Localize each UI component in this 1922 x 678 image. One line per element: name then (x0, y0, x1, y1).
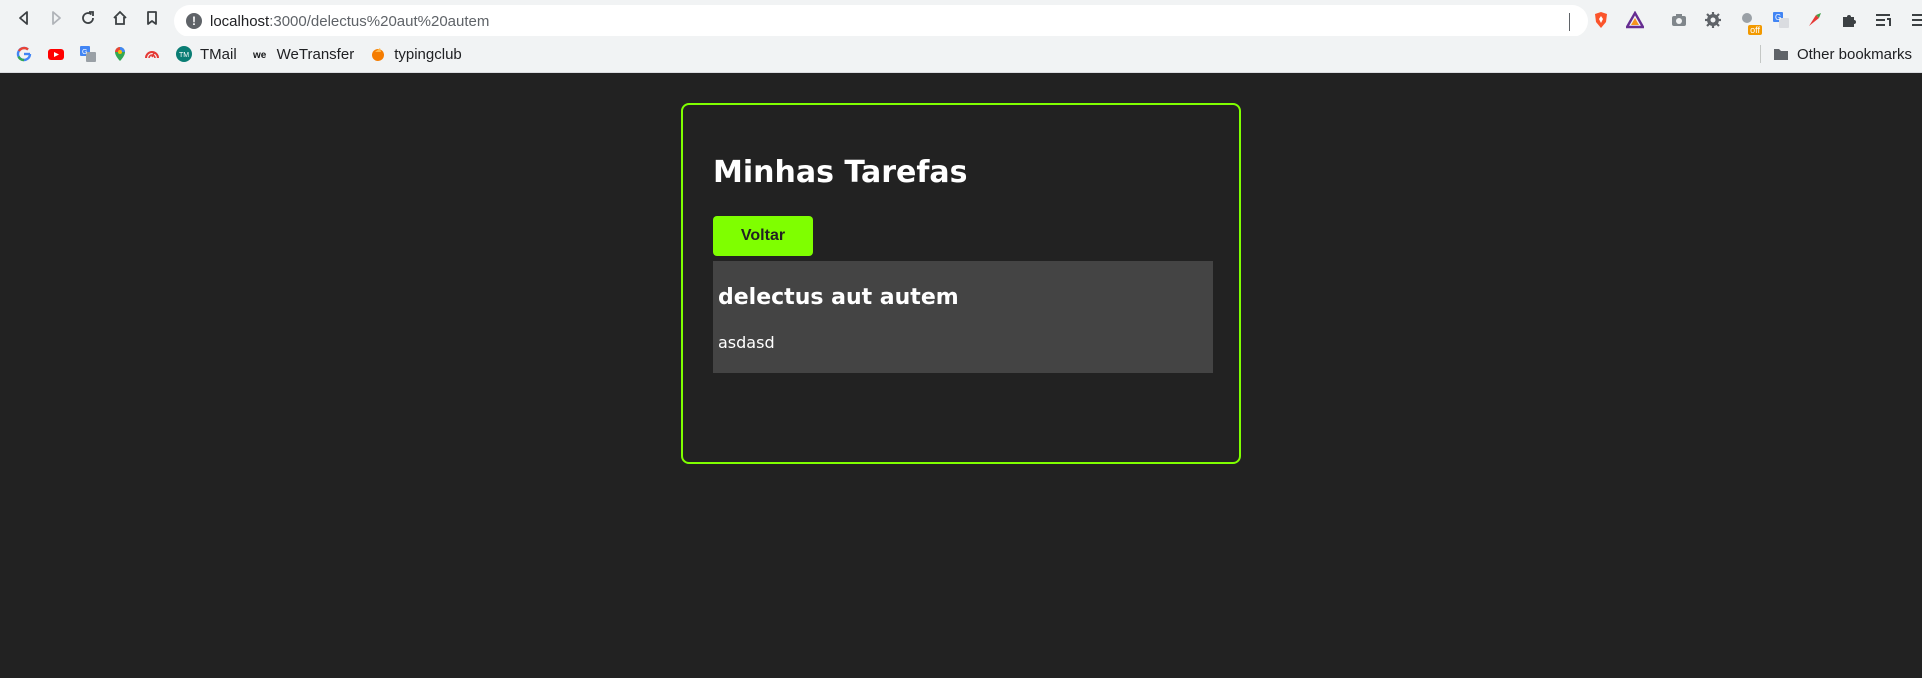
site-info-icon[interactable]: ! (186, 13, 202, 29)
bookmark-translate[interactable]: G (74, 41, 102, 67)
page-content: Minhas Tarefas Voltar delectus aut autem… (2, 73, 1922, 678)
tasks-card: Minhas Tarefas Voltar delectus aut autem… (681, 103, 1241, 464)
bookmark-wetransfer[interactable]: we WeTransfer (247, 41, 361, 67)
bookmark-speedtest[interactable] (138, 41, 166, 67)
svg-text:TM: TM (179, 52, 189, 59)
screenshot-icon[interactable] (1668, 9, 1690, 31)
bookmarks-bar: G TM TMail we WeTransfer typingclub Othe… (0, 36, 1922, 73)
folder-icon (1773, 46, 1789, 62)
svg-text:G: G (82, 49, 87, 56)
home-icon[interactable] (104, 2, 136, 34)
typingclub-icon (370, 46, 386, 62)
task-item[interactable]: delectus aut autem asdasd (713, 261, 1213, 373)
google-icon (16, 46, 32, 62)
forward-icon[interactable] (40, 2, 72, 34)
wetransfer-icon: we (253, 46, 269, 62)
back-button[interactable]: Voltar (713, 216, 813, 256)
bookmark-icon[interactable] (136, 2, 168, 34)
page-title: Minhas Tarefas (713, 155, 968, 190)
colorful-extension-icon[interactable] (1804, 9, 1826, 31)
maps-icon (112, 46, 128, 62)
reload-icon[interactable] (72, 2, 104, 34)
puzzle-icon[interactable] (1838, 9, 1860, 31)
task-title: delectus aut autem (718, 285, 959, 310)
bookmark-label: typingclub (394, 45, 462, 63)
browser-toolbar: ! localhost:3000/delectus%20aut%20autem … (0, 0, 1922, 37)
address-bar[interactable]: ! localhost:3000/delectus%20aut%20autem (174, 5, 1588, 37)
bookmark-youtube[interactable] (42, 41, 70, 67)
svg-text:we: we (253, 50, 267, 61)
bookmark-google[interactable] (10, 41, 38, 67)
back-icon[interactable] (8, 2, 40, 34)
brave-shields-icon[interactable] (1590, 9, 1612, 31)
other-bookmarks-label: Other bookmarks (1796, 45, 1912, 63)
svg-text:G: G (1775, 13, 1781, 22)
extension-icons: off G (1590, 4, 1922, 36)
translate-icon[interactable]: G (1770, 9, 1792, 31)
translate-icon: G (80, 46, 96, 62)
reading-list-icon[interactable] (1872, 9, 1894, 31)
extension-off-icon[interactable]: off (1736, 9, 1762, 35)
brave-rewards-icon[interactable] (1624, 9, 1646, 31)
url-text: localhost:3000/delectus%20aut%20autem (210, 12, 490, 30)
bookmark-typingclub[interactable]: typingclub (364, 41, 468, 67)
tmail-icon: TM (176, 46, 192, 62)
bookmark-label: TMail (200, 45, 237, 63)
speedtest-icon (144, 46, 160, 62)
bookmark-label: WeTransfer (276, 45, 355, 63)
off-badge: off (1748, 25, 1762, 35)
url-divider (1569, 13, 1570, 31)
menu-icon[interactable] (1906, 9, 1922, 31)
bookmarks-divider (1759, 45, 1761, 63)
youtube-icon (48, 46, 64, 62)
task-description: asdasd (718, 333, 775, 352)
bookmark-maps[interactable] (106, 41, 134, 67)
bookmark-tmail[interactable]: TM TMail (170, 41, 243, 67)
other-bookmarks[interactable]: Other bookmarks (1759, 41, 1912, 67)
settings-gear-icon[interactable] (1702, 9, 1724, 31)
